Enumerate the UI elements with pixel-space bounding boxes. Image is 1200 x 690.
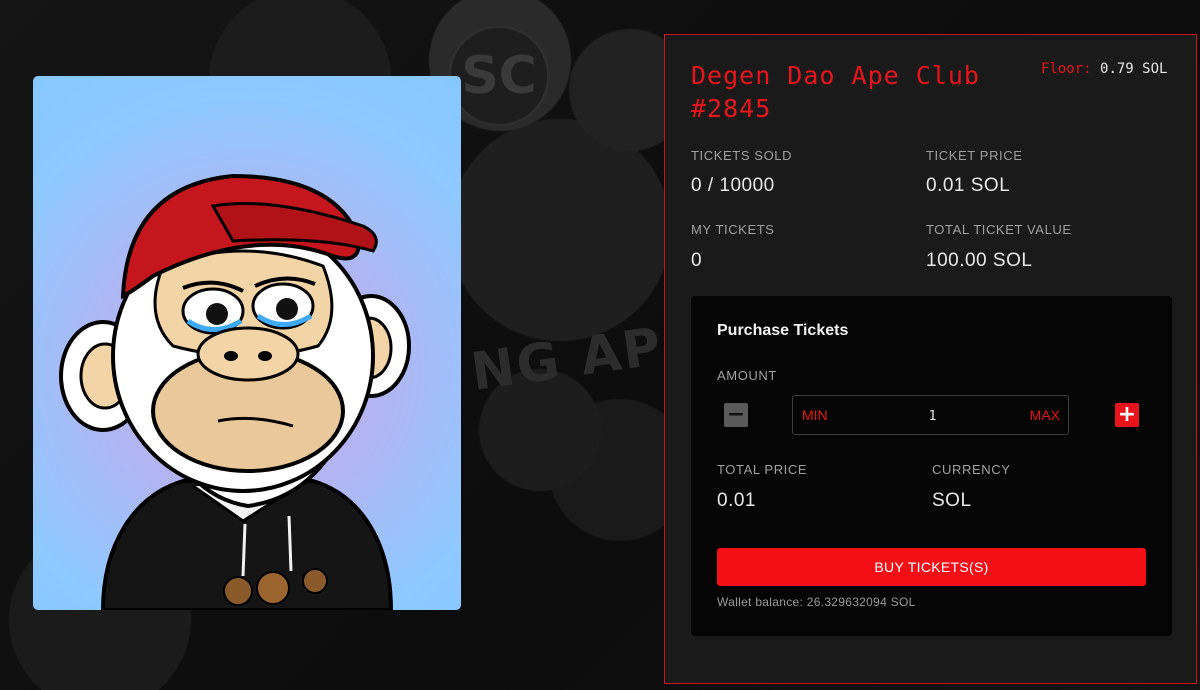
purchase-title: Purchase Tickets [717,322,849,339]
floor-label: Floor: [1041,61,1092,77]
total-price-label: TOTAL PRICE [717,462,808,477]
total-price-value: 0.01 [717,490,756,511]
max-button[interactable]: MAX [1030,407,1060,423]
raffle-panel: Degen Dao Ape Club #2845 Floor: 0.79 SOL… [664,34,1197,684]
plus-icon: + [1117,402,1137,427]
ticket-price-value: 0.01 SOL [926,175,1011,196]
total-ticket-value: 100.00 SOL [926,250,1033,271]
tickets-sold-value: 0 / 10000 [691,175,775,196]
ticket-price-label: TICKET PRICE [926,148,1023,163]
my-tickets-value: 0 [691,250,703,271]
floor-price: Floor: 0.79 SOL [1041,59,1181,80]
purchase-tickets-box: Purchase Tickets AMOUNT − MIN MAX + TOTA… [691,296,1172,636]
wallet-balance: Wallet balance: 26.329632094 SOL [717,595,916,609]
nft-title: Degen Dao Ape Club #2845 [691,61,980,123]
increment-button[interactable]: + [1115,403,1139,427]
amount-input[interactable] [883,404,982,428]
total-ticket-value-label: TOTAL TICKET VALUE [926,222,1072,237]
tickets-sold-label: TICKETS SOLD [691,148,793,163]
buy-tickets-button[interactable]: BUY TICKETS(S) [717,548,1146,586]
currency-label: CURRENCY [932,462,1011,477]
decrement-button[interactable]: − [724,403,748,427]
nft-image [33,76,461,610]
my-tickets-label: MY TICKETS [691,222,775,237]
min-button[interactable]: MIN [802,407,828,423]
ape-illustration [59,173,411,610]
currency-value: SOL [932,490,972,511]
floor-value: 0.79 SOL [1100,61,1168,77]
background-logo: SC [448,25,550,127]
amount-label: AMOUNT [717,368,777,383]
amount-stepper: MIN MAX [792,395,1069,435]
minus-icon: − [726,402,746,427]
